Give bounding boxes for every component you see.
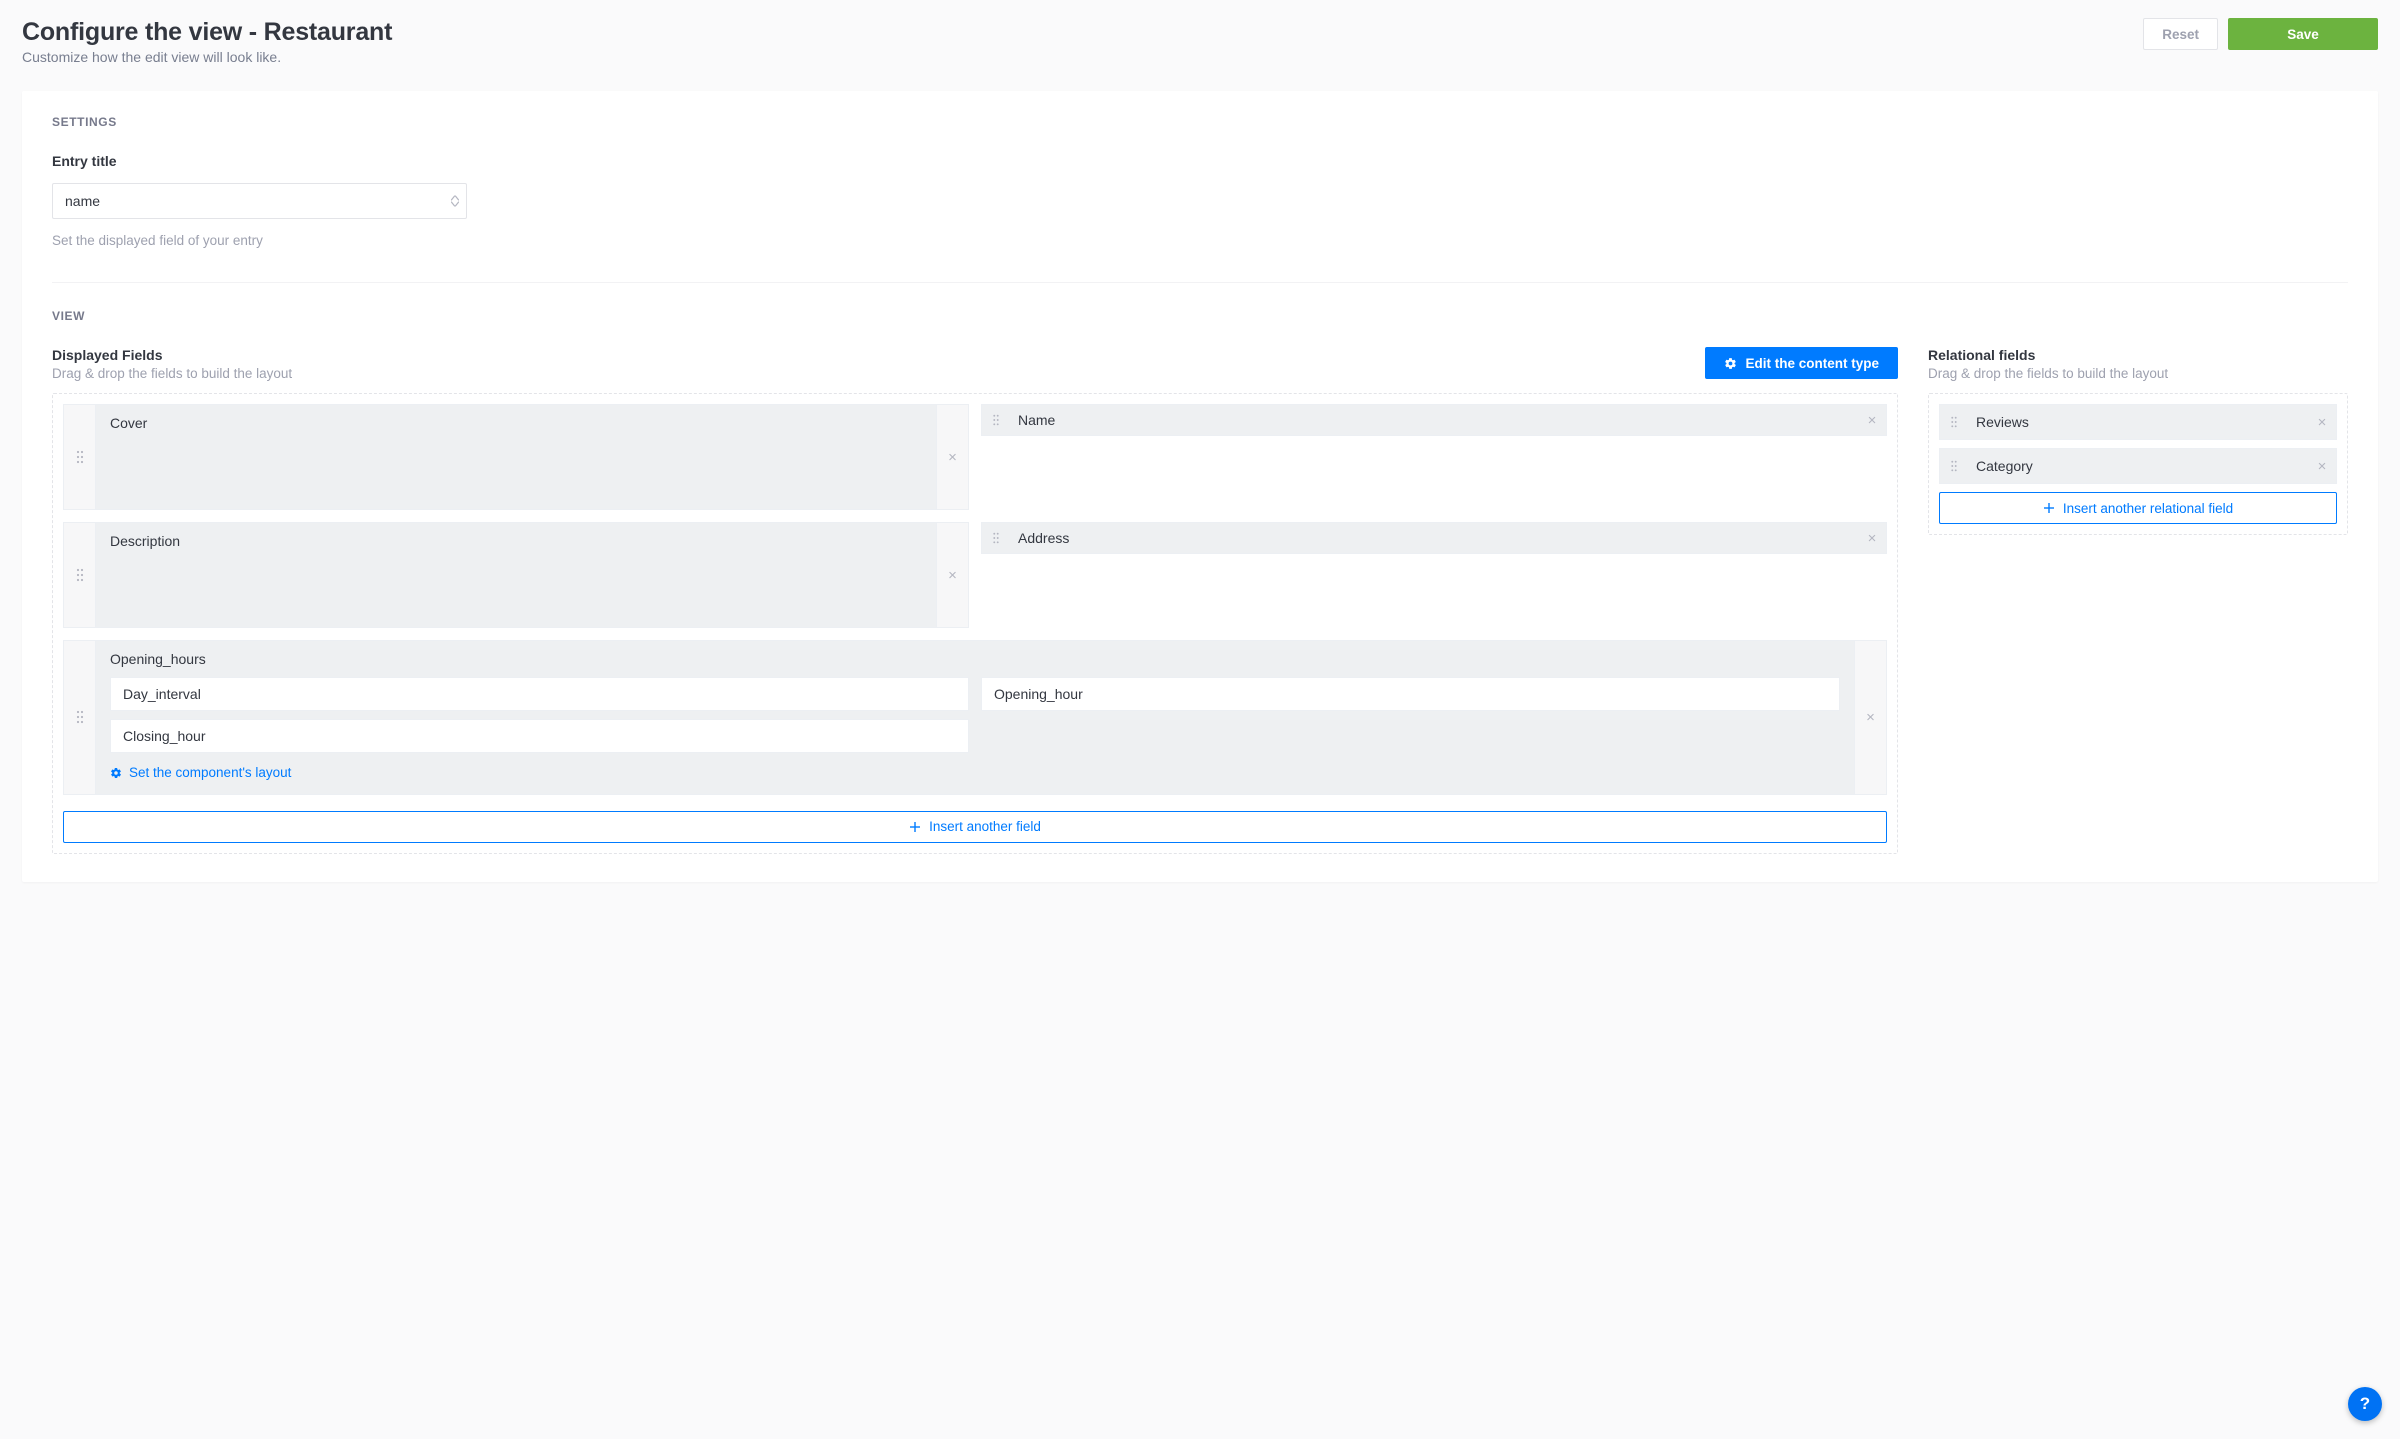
component-title: Opening_hours	[110, 651, 1840, 667]
field-label: Reviews	[1968, 414, 2308, 430]
remove-field-button[interactable]: ×	[1858, 531, 1886, 546]
field-label: Description	[110, 533, 180, 549]
edit-content-type-label: Edit the content type	[1745, 356, 1879, 371]
close-icon: ×	[1866, 710, 1875, 725]
component-subfield[interactable]: Closing_hour	[110, 719, 969, 753]
page-title: Configure the view - Restaurant	[22, 18, 392, 47]
field-label: Name	[1010, 412, 1858, 428]
remove-field-button[interactable]: ×	[2308, 415, 2336, 430]
field-chip-cover[interactable]: Cover ×	[63, 404, 969, 510]
insert-field-label: Insert another field	[929, 819, 1041, 834]
component-subfield[interactable]: Opening_hour	[981, 677, 1840, 711]
field-chip-name[interactable]: Name ×	[981, 404, 1887, 436]
remove-field-button[interactable]: ×	[937, 404, 969, 510]
page-subtitle: Customize how the edit view will look li…	[22, 49, 392, 65]
drag-handle-icon[interactable]	[63, 404, 95, 510]
field-chip-opening-hours[interactable]: Opening_hours Day_interval Opening_hour …	[63, 640, 1887, 795]
drag-handle-icon[interactable]	[63, 640, 95, 795]
entry-title-helper: Set the displayed field of your entry	[52, 233, 467, 248]
edit-content-type-button[interactable]: Edit the content type	[1705, 347, 1898, 379]
gear-icon	[1724, 357, 1737, 370]
plus-icon	[909, 821, 921, 833]
remove-field-button[interactable]: ×	[2308, 459, 2336, 474]
relational-fields-title: Relational fields	[1928, 347, 2348, 363]
reset-button[interactable]: Reset	[2143, 18, 2218, 50]
insert-field-button[interactable]: Insert another field	[63, 811, 1887, 843]
divider	[52, 282, 2348, 283]
close-icon: ×	[1868, 531, 1877, 546]
relational-fields-dropzone[interactable]: Reviews × Category ×	[1928, 393, 2348, 535]
set-component-layout-label: Set the component's layout	[129, 765, 291, 780]
field-chip-description[interactable]: Description ×	[63, 522, 969, 628]
field-label: Cover	[110, 415, 147, 431]
displayed-fields-subtitle: Drag & drop the fields to build the layo…	[52, 366, 292, 381]
gear-icon	[110, 767, 122, 779]
close-icon: ×	[2318, 459, 2327, 474]
plus-icon	[2043, 502, 2055, 514]
drag-handle-icon[interactable]	[63, 522, 95, 628]
section-view-label: View	[52, 309, 2348, 323]
close-icon: ×	[1868, 413, 1877, 428]
help-icon: ?	[2360, 1394, 2370, 1414]
field-chip-address[interactable]: Address ×	[981, 522, 1887, 554]
component-subfield[interactable]: Day_interval	[110, 677, 969, 711]
relational-fields-subtitle: Drag & drop the fields to build the layo…	[1928, 366, 2348, 381]
drag-handle-icon[interactable]	[982, 414, 1010, 426]
drag-handle-icon[interactable]	[1940, 416, 1968, 428]
entry-title-label: Entry title	[52, 153, 467, 169]
save-button[interactable]: Save	[2228, 18, 2378, 50]
section-settings-label: Settings	[52, 115, 2348, 129]
remove-field-button[interactable]: ×	[937, 522, 969, 628]
drag-handle-icon[interactable]	[982, 532, 1010, 544]
relation-chip-reviews[interactable]: Reviews ×	[1939, 404, 2337, 440]
relation-chip-category[interactable]: Category ×	[1939, 448, 2337, 484]
set-component-layout-link[interactable]: Set the component's layout	[110, 765, 291, 780]
displayed-fields-dropzone[interactable]: Cover × Name ×	[52, 393, 1898, 854]
insert-relational-field-label: Insert another relational field	[2063, 501, 2233, 516]
help-button[interactable]: ?	[2348, 1387, 2382, 1421]
drag-handle-icon[interactable]	[1940, 460, 1968, 472]
close-icon: ×	[2318, 415, 2327, 430]
close-icon: ×	[948, 450, 957, 465]
remove-field-button[interactable]: ×	[1858, 413, 1886, 428]
displayed-fields-title: Displayed Fields	[52, 347, 292, 363]
close-icon: ×	[948, 568, 957, 583]
field-label: Category	[1968, 458, 2308, 474]
insert-relational-field-button[interactable]: Insert another relational field	[1939, 492, 2337, 524]
remove-field-button[interactable]: ×	[1855, 640, 1887, 795]
entry-title-select[interactable]: name	[52, 183, 467, 219]
field-label: Address	[1010, 530, 1858, 546]
